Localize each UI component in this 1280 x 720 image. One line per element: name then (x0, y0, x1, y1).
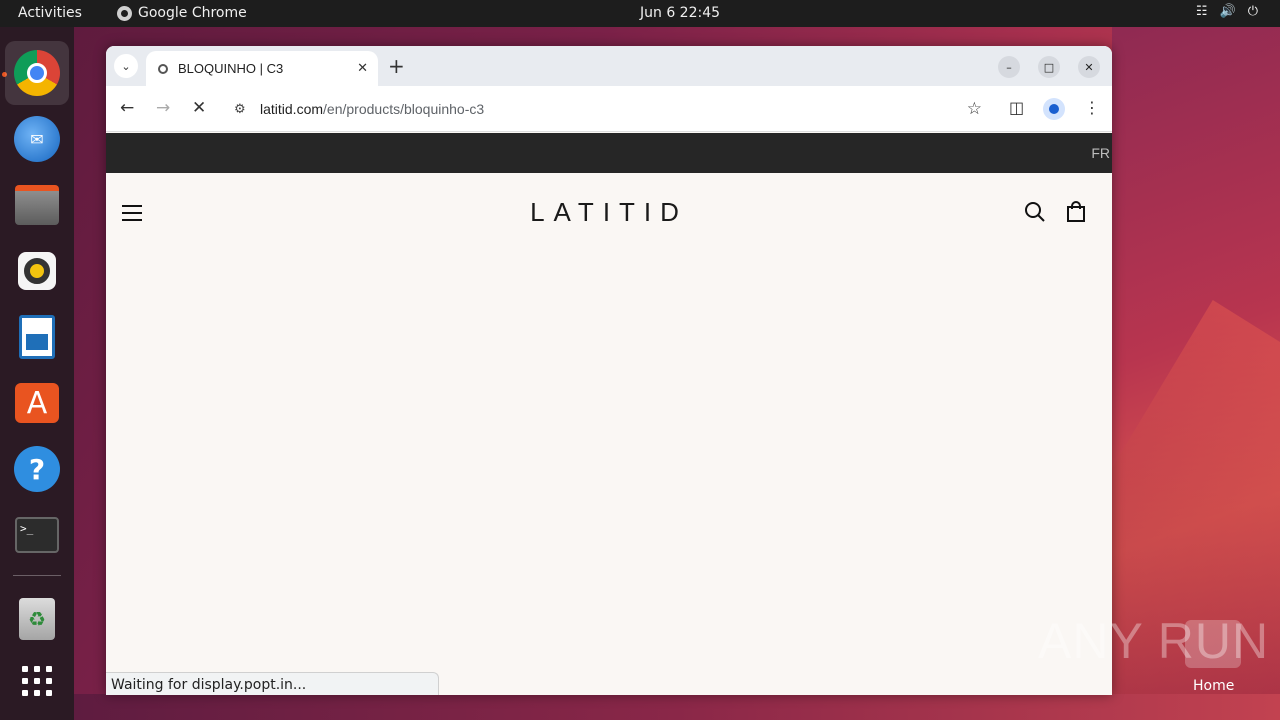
maximize-button[interactable]: □ (1038, 56, 1060, 78)
power-icon: ⏻ (1247, 4, 1258, 19)
url-text: latitid.com/en/products/bloquinho-c3 (260, 101, 484, 117)
stop-loading-button[interactable]: ✕ (192, 98, 206, 118)
close-tab-icon[interactable]: ✕ (357, 61, 368, 76)
apps-grid-icon (22, 666, 52, 696)
new-tab-button[interactable]: + (388, 54, 405, 78)
network-icon: ☷ (1195, 4, 1208, 19)
side-panel-icon[interactable]: ◫ (1009, 98, 1024, 117)
dock-show-apps[interactable] (5, 649, 69, 713)
tab-active[interactable]: BLOQUINHO | C3 ✕ (146, 51, 378, 86)
terminal-icon: >_ (15, 517, 59, 553)
dock-trash[interactable]: ♻ (5, 587, 69, 651)
app-center-icon: A (15, 383, 59, 423)
browser-window: ⌄ BLOQUINHO | C3 ✕ + – □ ✕ ← → ✕ ⚙ latit… (106, 46, 1112, 695)
url-path: /en/products/bloquinho-c3 (323, 101, 485, 117)
minimize-button[interactable]: – (998, 56, 1020, 78)
clock[interactable]: Jun 6 22:45 (640, 5, 720, 21)
dock-help[interactable]: ? (5, 437, 69, 501)
menu-kebab-icon[interactable]: ⋮ (1084, 98, 1100, 117)
dock-files[interactable] (5, 173, 69, 237)
activities-button[interactable]: Activities (18, 5, 82, 21)
chevron-down-icon: ⌄ (121, 59, 131, 73)
top-bar: Activities Google Chrome Jun 6 22:45 ☷ 🔊… (0, 0, 1280, 27)
dock: ✉ A ? >_ ♻ (0, 27, 74, 720)
help-icon: ? (14, 446, 60, 492)
app-menu[interactable]: Google Chrome (117, 5, 247, 21)
dock-separator (13, 575, 61, 576)
tab-title: BLOQUINHO | C3 (178, 61, 284, 76)
language-switch[interactable]: FR (1091, 145, 1110, 161)
chrome-icon (14, 50, 60, 96)
system-tray[interactable]: ☷ 🔊 ⏻ (1196, 4, 1258, 19)
tab-search-button[interactable]: ⌄ (114, 54, 138, 78)
dock-app-center[interactable]: A (5, 371, 69, 435)
writer-icon (19, 315, 55, 359)
home-folder-icon[interactable] (1185, 620, 1241, 668)
site-info-icon[interactable]: ⚙ (234, 102, 252, 117)
loading-favicon-icon (158, 63, 168, 74)
volume-icon: 🔊 (1219, 4, 1236, 19)
announcement-bar: FR (106, 133, 1112, 173)
site-logo[interactable]: LATITID (106, 197, 1112, 228)
dock-writer[interactable] (5, 305, 69, 369)
dock-terminal[interactable]: >_ (5, 503, 69, 567)
dock-chrome[interactable] (5, 41, 69, 105)
browser-toolbar: ← → ✕ ⚙ latitid.com/en/products/bloquinh… (106, 86, 1112, 132)
app-name: Google Chrome (138, 5, 247, 21)
home-label: Home (1193, 678, 1235, 694)
tab-strip: ⌄ BLOQUINHO | C3 ✕ + – □ ✕ (106, 46, 1112, 86)
site-header: LATITID (106, 173, 1112, 253)
search-icon[interactable] (1024, 201, 1046, 223)
cart-bag-icon[interactable] (1066, 201, 1086, 223)
profile-avatar[interactable] (1043, 98, 1065, 120)
rhythmbox-icon (18, 252, 56, 290)
status-bubble: Waiting for display.popt.in... (106, 672, 439, 695)
thunderbird-icon: ✉ (14, 116, 60, 162)
bookmark-star-icon[interactable]: ☆ (967, 99, 982, 119)
files-icon (15, 185, 59, 225)
forward-button[interactable]: → (156, 98, 170, 118)
dock-thunderbird[interactable]: ✉ (5, 107, 69, 171)
close-window-button[interactable]: ✕ (1078, 56, 1100, 78)
back-button[interactable]: ← (120, 98, 134, 118)
url-host: latitid.com (260, 101, 324, 117)
chrome-icon (117, 5, 132, 21)
wallpaper-shape (74, 694, 1280, 720)
trash-icon: ♻ (19, 598, 55, 640)
dock-rhythmbox[interactable] (5, 239, 69, 303)
address-bar[interactable]: ⚙ latitid.com/en/products/bloquinho-c3 ☆ (224, 92, 994, 126)
